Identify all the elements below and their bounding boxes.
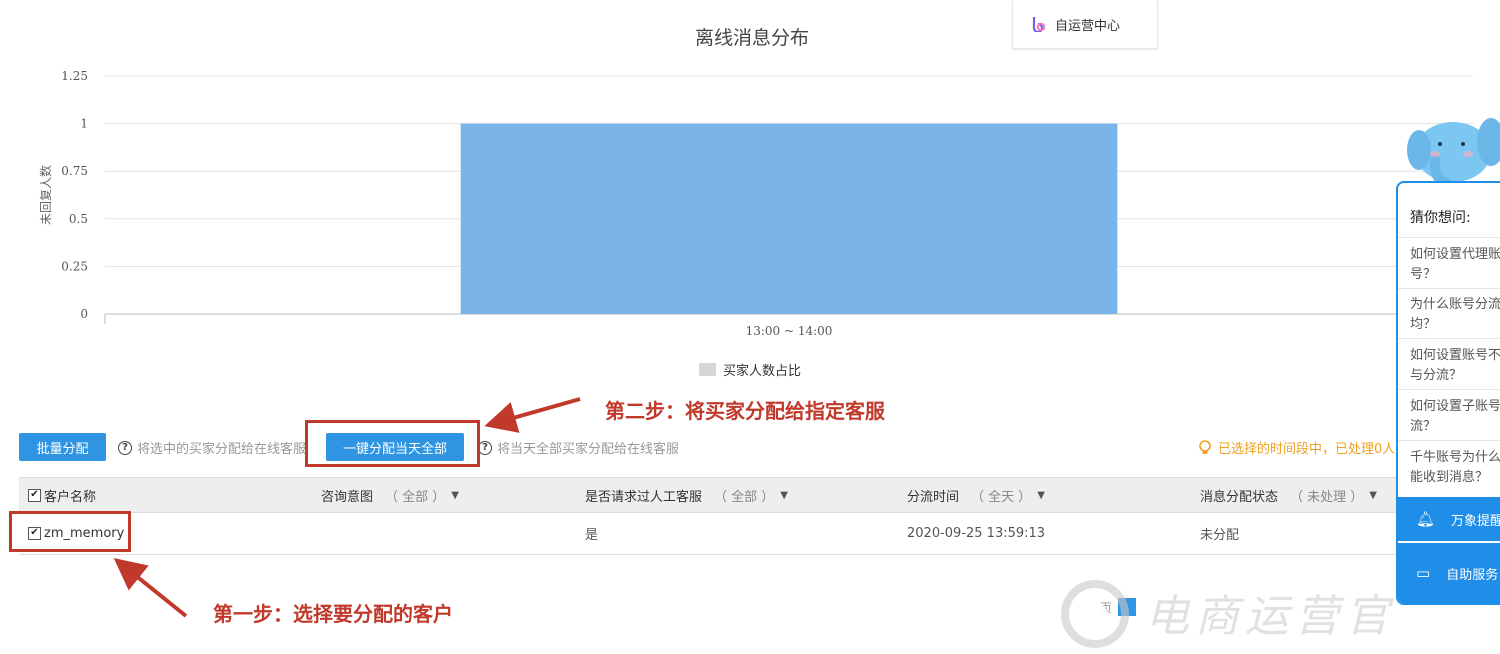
question-line: 流？ — [1410, 419, 1437, 434]
question-line: 如何设置账号不 — [1410, 348, 1500, 363]
watermark-text: 电商运营官 — [1145, 591, 1395, 642]
step1-annotation: 第一步：选择要分配的客户 — [213, 602, 453, 626]
step1-arrow — [113, 557, 188, 618]
question-line: 如何设置代理账 — [1410, 247, 1500, 262]
question-line: 均？ — [1410, 317, 1437, 332]
help-question-item[interactable]: 如何设置子账号 流？ — [1410, 397, 1500, 437]
question-line: 与分流？ — [1410, 368, 1463, 383]
step2-arrow — [484, 397, 581, 433]
reminder-label: 万象提醒 — [1451, 513, 1500, 529]
help-question-item[interactable]: 如何设置代理账 号？ — [1410, 245, 1500, 285]
help-question-item[interactable]: 如何设置账号不 与分流？ — [1410, 346, 1500, 386]
question-line: 千牛账号为什么 — [1410, 450, 1500, 465]
question-line: 能收到消息？ — [1410, 470, 1489, 485]
question-line: 号？ — [1410, 267, 1437, 282]
bell-icon: 🔔︎ — [1416, 510, 1436, 528]
elephant-mascot-icon[interactable] — [1405, 112, 1500, 188]
help-sidebar: 猜你想问: 如何设置代理账 号？ 为什么账号分流 均？ 如何设置账号不 与分流？… — [1396, 181, 1500, 605]
question-line: 为什么账号分流 — [1410, 297, 1500, 312]
annotation-arrows — [113, 397, 581, 618]
reminder-button[interactable]: 🔔︎ 万象提醒 — [1398, 497, 1500, 541]
step2-annotation: 第二步：将买家分配给指定客服 — [605, 399, 885, 423]
help-sidebar-title: 猜你想问: — [1410, 210, 1471, 226]
question-line: 如何设置子账号 — [1410, 399, 1500, 414]
help-question-item[interactable]: 为什么账号分流 均？ — [1410, 295, 1500, 335]
help-question-item[interactable]: 千牛账号为什么 能收到消息？ — [1410, 448, 1500, 488]
